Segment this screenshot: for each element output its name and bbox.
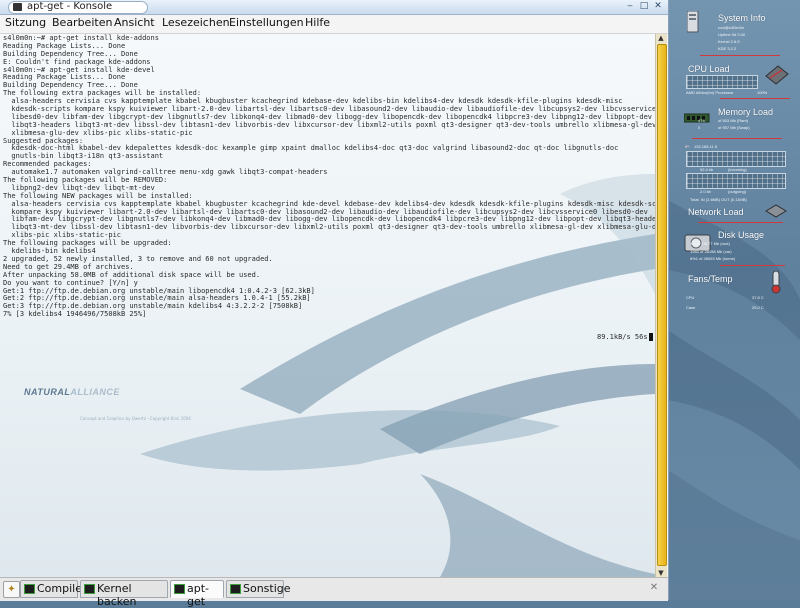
outgoing-label: (outgoing) xyxy=(728,189,747,194)
menu-ansicht[interactable]: Ansicht xyxy=(114,16,155,29)
outgoing-graph xyxy=(686,173,786,189)
ip-label: IP: xyxy=(685,144,690,149)
divider xyxy=(720,265,785,266)
swap-total: of 957 Mb (Swap) xyxy=(718,125,750,130)
incoming-label: (incoming) xyxy=(728,167,747,172)
system-uptime: Uptime 0d 0:40 xyxy=(718,32,746,37)
disk-var: 1983 of 28158 Mb (var) xyxy=(690,249,732,254)
scroll-down-arrow-icon[interactable]: ▼ xyxy=(657,569,665,577)
session-tab-bar: ✦ Compiler Kernel backen apt-get Sonstig… xyxy=(0,577,668,608)
cpu-temp-label: CPU xyxy=(686,295,695,300)
memory-load-title: Memory Load xyxy=(718,107,774,117)
window-title-pill[interactable]: apt-get - Konsole xyxy=(8,1,148,14)
tab-sonstige[interactable]: Sonstige xyxy=(226,580,291,598)
maximize-button[interactable]: □ xyxy=(638,1,650,12)
terminal-icon xyxy=(24,584,35,594)
ip-address: 192.168.11.5 xyxy=(694,144,718,149)
terminal-line: 7% [3 kdelibs4 1946496/7508kB 25%] xyxy=(3,310,147,319)
network-totals: Total: IN (2.6MB) OUT (0.11MB) xyxy=(690,197,747,202)
terminal-cursor xyxy=(649,333,653,341)
tab-apt-get[interactable]: apt-get xyxy=(170,580,224,608)
cpu-usage: 100% xyxy=(757,90,768,95)
terminal-icon xyxy=(174,584,185,594)
tab-compiler[interactable]: Compiler xyxy=(20,580,87,598)
watermark-copyright: Concept and Graphics by Qwertz - Copyrig… xyxy=(80,416,191,421)
disk-usage-title: Disk Usage xyxy=(718,230,765,240)
cpu-processor-name: AMD Athlon(tm) Processor xyxy=(686,90,734,95)
menu-lesezeichen[interactable]: Lesezeichen xyxy=(162,16,230,29)
ram-used: 474 xyxy=(698,118,705,123)
vertical-scrollbar[interactable]: ▲ ▼ xyxy=(655,34,667,577)
window-title: apt-get - Konsole xyxy=(27,1,113,12)
ram-module-icon xyxy=(684,113,710,123)
system-user: root@s4l0m0n xyxy=(718,25,745,30)
konsole-window: apt-get - Konsole ‒ □ ✕ Sitzung Bearbeit… xyxy=(0,0,669,608)
disk-root: 8% of 18177 Mb (root) xyxy=(690,241,730,246)
cpu-load-title: CPU Load xyxy=(688,64,730,74)
window-titlebar[interactable]: apt-get - Konsole ‒ □ ✕ xyxy=(0,0,668,15)
cpu-chip-icon xyxy=(765,65,789,85)
cpu-temp-value: 37.8 C xyxy=(752,295,764,300)
terminal-line: The following packages will be upgraded: xyxy=(3,239,172,248)
divider xyxy=(698,222,783,223)
close-session-icon[interactable]: ✕ xyxy=(648,582,660,594)
system-kde: KDE 3.2.2 xyxy=(718,46,737,51)
minimize-button[interactable]: ‒ xyxy=(624,1,636,12)
watermark-logo: NATURALALLIANCE xyxy=(24,387,120,397)
incoming-rate: 92.4 kb xyxy=(700,167,714,172)
thermometer-icon xyxy=(771,270,781,294)
system-monitor-widget: System Info root@s4l0m0n Uptime 0d 0:40 … xyxy=(680,0,800,330)
system-kernel: Kernel 2.6.5 xyxy=(718,39,740,44)
computer-tower-icon xyxy=(687,11,699,33)
new-session-icon[interactable]: ✦ xyxy=(3,581,20,598)
divider xyxy=(700,55,780,56)
terminal-output-area[interactable]: s4l0m0n:~# apt-get install kde-addons Rea… xyxy=(0,34,655,577)
menu-einstellungen[interactable]: Einstellungen xyxy=(229,16,304,29)
cpu-graph xyxy=(686,75,758,89)
menu-bar: Sitzung Bearbeiten Ansicht Lesezeichen E… xyxy=(0,15,668,34)
swap-used: 0 xyxy=(698,125,701,130)
terminal-icon xyxy=(230,584,241,594)
ram-total: of 503 Mb (Ram) xyxy=(718,118,749,123)
tab-kernel-backen[interactable]: Kernel backen xyxy=(80,580,168,608)
terminal-icon xyxy=(13,3,22,11)
terminal-line: gnutls-bin libqt3-i18n qt3-assistant xyxy=(3,152,164,161)
system-info-title: System Info xyxy=(718,13,766,23)
divider xyxy=(692,138,782,139)
fans-temp-title: Fans/Temp xyxy=(688,274,733,284)
terminal-line: xlibmesa-glu-dev xlibs-pic xlibs-static-… xyxy=(3,128,193,137)
disk-home: 8%1 of 28063 Mb (home) xyxy=(690,256,736,261)
incoming-graph xyxy=(686,151,786,167)
scroll-up-arrow-icon[interactable]: ▲ xyxy=(657,34,665,42)
divider xyxy=(720,98,790,99)
terminal-icon xyxy=(84,584,95,594)
menu-sitzung[interactable]: Sitzung xyxy=(5,16,46,29)
network-load-title: Network Load xyxy=(688,207,744,217)
close-button[interactable]: ✕ xyxy=(652,1,664,12)
scroll-thumb[interactable] xyxy=(657,44,667,566)
outgoing-rate: 2.0 kb xyxy=(700,189,711,194)
case-temp-label: Case xyxy=(686,305,696,310)
download-speed: 89.1kB/s 56s xyxy=(597,333,648,341)
case-temp-value: 25.0 C xyxy=(752,305,764,310)
menu-hilfe[interactable]: Hilfe xyxy=(305,16,330,29)
network-card-icon xyxy=(765,204,787,218)
terminal-text: s4l0m0n:~# apt-get install kde-addons Rea… xyxy=(3,34,655,319)
menu-bearbeiten[interactable]: Bearbeiten xyxy=(52,16,112,29)
